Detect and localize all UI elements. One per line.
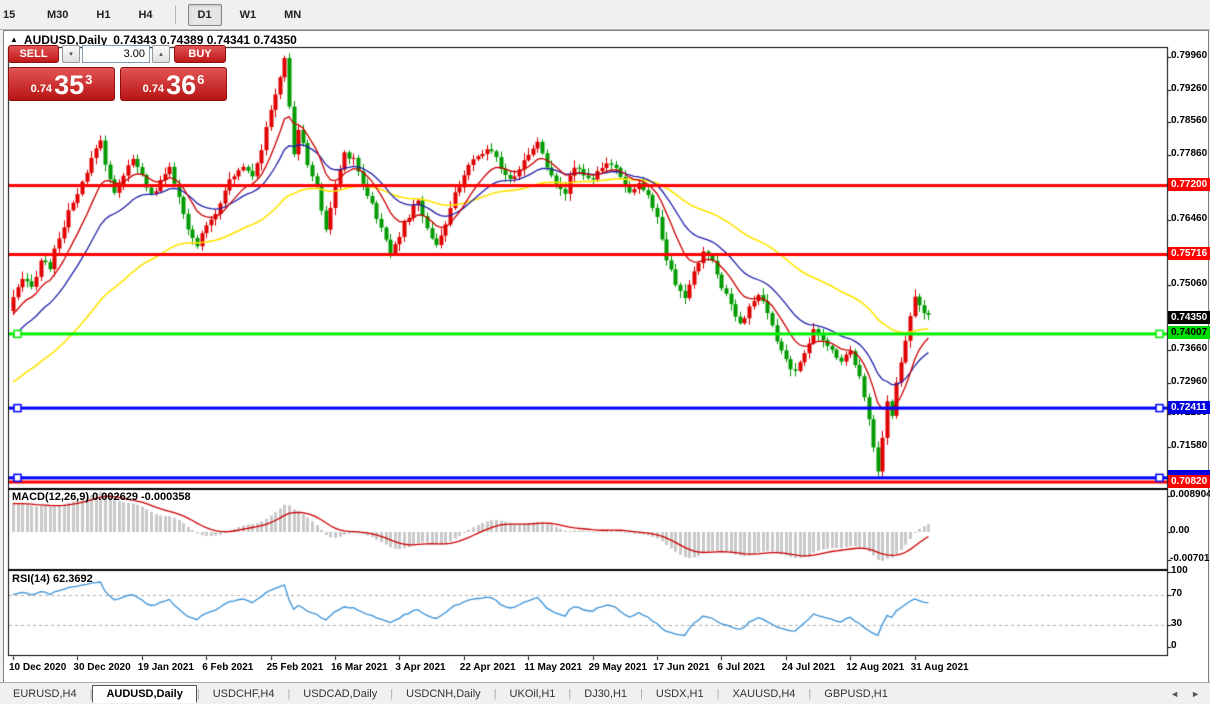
date-tick-12: 24 Jul 2021 (782, 662, 835, 673)
date-tick-3: 6 Feb 2021 (202, 662, 253, 673)
price-tick-0.77860: 0.77860 (1171, 148, 1207, 159)
timeframe-button-w1[interactable]: W1 (230, 4, 267, 26)
hline-badge-0.74007: 0.74007 (1168, 326, 1210, 339)
price-tick-0.79260: 0.79260 (1171, 83, 1207, 94)
hline-badge-0.77200: 0.77200 (1168, 178, 1210, 191)
hline-badge-0.75716: 0.75716 (1168, 247, 1210, 260)
macd-indicator-label: MACD(12,26,9) 0.002629 -0.000358 (12, 491, 191, 503)
chart-tab-bar: EURUSD,H4|AUDUSD,Daily|USDCHF,H4|USDCAD,… (0, 682, 1210, 704)
date-tick-1: 30 Dec 2020 (73, 662, 130, 673)
date-tick-10: 17 Jun 2021 (653, 662, 710, 673)
volume-decrease-button[interactable]: ▾ (62, 45, 80, 63)
price-tick-0.78560: 0.78560 (1171, 115, 1207, 126)
tab-xauusd-h4[interactable]: XAUUSD,H4 (719, 685, 808, 703)
sell-price-display[interactable]: 0.74 35 3 (8, 67, 115, 101)
date-tick-5: 16 Mar 2021 (331, 662, 388, 673)
date-tick-4: 25 Feb 2021 (267, 662, 324, 673)
tab-scroll-right-icon[interactable]: ► (1191, 689, 1200, 699)
buy-price-pip: 6 (197, 72, 204, 87)
buy-price-display[interactable]: 0.74 36 6 (120, 67, 227, 101)
rsi-tick-100: 100 (1171, 565, 1188, 576)
buy-price-big: 36 (166, 72, 196, 99)
timeframe-button-h1[interactable]: H1 (86, 4, 120, 26)
tab-scroll-arrows: ◄► (1170, 689, 1200, 699)
tab-usdx-h1[interactable]: USDX,H1 (643, 685, 717, 703)
date-tick-13: 12 Aug 2021 (846, 662, 904, 673)
hline-badge-0.72411: 0.72411 (1168, 401, 1210, 414)
timeframe-button-m30[interactable]: M30 (37, 4, 78, 26)
price-tick-0.73660: 0.73660 (1171, 343, 1207, 354)
buy-price-base: 0.74 (143, 83, 164, 95)
sell-button[interactable]: SELL (8, 45, 59, 63)
price-tick-0.79960: 0.79960 (1171, 50, 1207, 61)
rsi-indicator-label: RSI(14) 62.3692 (12, 573, 93, 585)
date-tick-8: 11 May 2021 (524, 662, 582, 673)
date-tick-6: 3 Apr 2021 (395, 662, 445, 673)
tab-usdcad-daily[interactable]: USDCAD,Daily (290, 685, 390, 703)
tab-ukoil-h1[interactable]: UKOil,H1 (497, 685, 569, 703)
tab-scroll-left-icon[interactable]: ◄ (1170, 689, 1179, 699)
macd-tick-0.008904: 0.008904 (1170, 489, 1210, 500)
sell-price-big: 35 (54, 72, 84, 99)
volume-input[interactable] (82, 45, 150, 63)
timeframe-button-15[interactable]: 15 (2, 4, 29, 26)
tab-eurusd-h4[interactable]: EURUSD,H4 (0, 685, 90, 703)
date-tick-2: 19 Jan 2021 (138, 662, 194, 673)
date-tick-9: 29 May 2021 (589, 662, 647, 673)
rsi-tick-0: 0 (1171, 640, 1177, 651)
sell-price-pip: 3 (85, 72, 92, 87)
application-window: 15M30H1H4D1W1MN ▲ AUDUSD,Daily 0.74343 0… (0, 0, 1210, 704)
macd-tick-0.00: 0.00 (1170, 525, 1189, 536)
tab-audusd-daily[interactable]: AUDUSD,Daily (92, 685, 196, 703)
rsi-tick-70: 70 (1171, 588, 1182, 599)
price-tick-0.72960: 0.72960 (1171, 376, 1207, 387)
sell-price-base: 0.74 (31, 83, 52, 95)
timeframe-button-h4[interactable]: H4 (128, 4, 162, 26)
timeframe-button-d1[interactable]: D1 (188, 4, 222, 26)
timeframe-button-mn[interactable]: MN (274, 4, 311, 26)
price-tick-0.75060: 0.75060 (1171, 278, 1207, 289)
macd-tick--0.007013: -0.007013 (1170, 553, 1210, 564)
toolbar-separator (175, 6, 176, 24)
rsi-tick-30: 30 (1171, 618, 1182, 629)
collapse-arrow-icon[interactable]: ▲ (10, 35, 18, 44)
current-price-badge: 0.74350 (1168, 311, 1210, 324)
volume-increase-button[interactable]: ▴ (152, 45, 170, 63)
one-click-trade-panel: SELL ▾ ▴ BUY 0.74 35 3 0.74 36 6 (8, 45, 227, 101)
price-tick-0.76460: 0.76460 (1171, 213, 1207, 224)
date-tick-0: 10 Dec 2020 (9, 662, 66, 673)
tab-gbpusd-h1[interactable]: GBPUSD,H1 (811, 685, 901, 703)
hline-badge-0.70820: 0.70820 (1168, 475, 1210, 488)
tab-usdcnh-daily[interactable]: USDCNH,Daily (393, 685, 494, 703)
date-tick-7: 22 Apr 2021 (460, 662, 516, 673)
tab-dj30-h1[interactable]: DJ30,H1 (571, 685, 640, 703)
chart-window (3, 30, 1209, 683)
tab-usdchf-h4[interactable]: USDCHF,H4 (200, 685, 288, 703)
date-tick-11: 6 Jul 2021 (717, 662, 765, 673)
price-chart-canvas[interactable] (4, 31, 1210, 704)
price-tick-0.71580: 0.71580 (1171, 440, 1207, 451)
buy-button[interactable]: BUY (174, 45, 226, 63)
date-tick-14: 31 Aug 2021 (911, 662, 969, 673)
timeframe-toolbar: 15 M30 H1 H4 D1 W1 MN (0, 0, 1210, 30)
